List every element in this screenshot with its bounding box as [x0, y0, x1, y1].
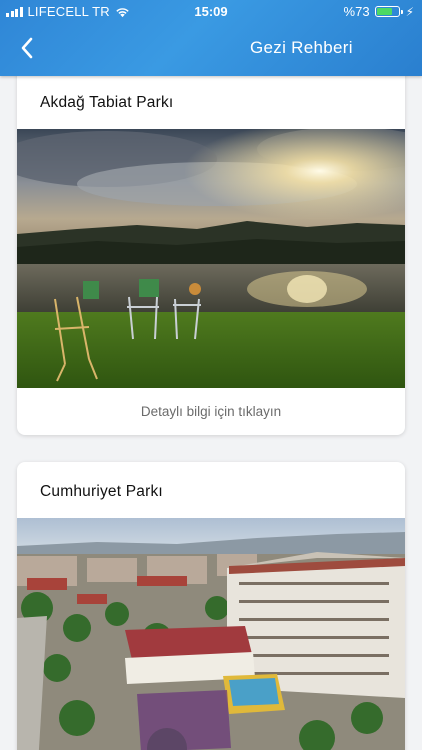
- details-link[interactable]: Detaylı bilgi için tıklayın: [17, 404, 405, 419]
- place-card-akdag[interactable]: Akdağ Tabiat Parkı Detaylı bilgi için tı…: [17, 60, 405, 435]
- nav-bar: Gezi Rehberi: [0, 22, 422, 76]
- place-card-cumhuriyet[interactable]: Cumhuriyet Parkı: [17, 462, 405, 750]
- battery-fill: [376, 8, 392, 15]
- place-photo-city-aerial[interactable]: [17, 518, 405, 750]
- header: LIFECELL TR 15:09 %73 ⚡ Gezi Rehberi: [0, 0, 422, 76]
- status-right: %73 ⚡: [344, 4, 414, 19]
- place-title: Cumhuriyet Parkı: [40, 483, 163, 500]
- status-bar: LIFECELL TR 15:09 %73 ⚡: [0, 0, 422, 22]
- battery-icon: [374, 6, 403, 17]
- charging-bolt-icon: ⚡: [405, 4, 414, 19]
- chevron-left-icon: [21, 37, 33, 59]
- back-button[interactable]: [14, 34, 42, 62]
- page-title: Gezi Rehberi: [250, 38, 353, 57]
- battery-percent: %73: [343, 4, 370, 19]
- place-photo-lake-sunset[interactable]: [17, 129, 405, 388]
- place-title: Akdağ Tabiat Parkı: [40, 94, 174, 111]
- screen: LIFECELL TR 15:09 %73 ⚡ Gezi Rehberi Akd…: [0, 0, 422, 750]
